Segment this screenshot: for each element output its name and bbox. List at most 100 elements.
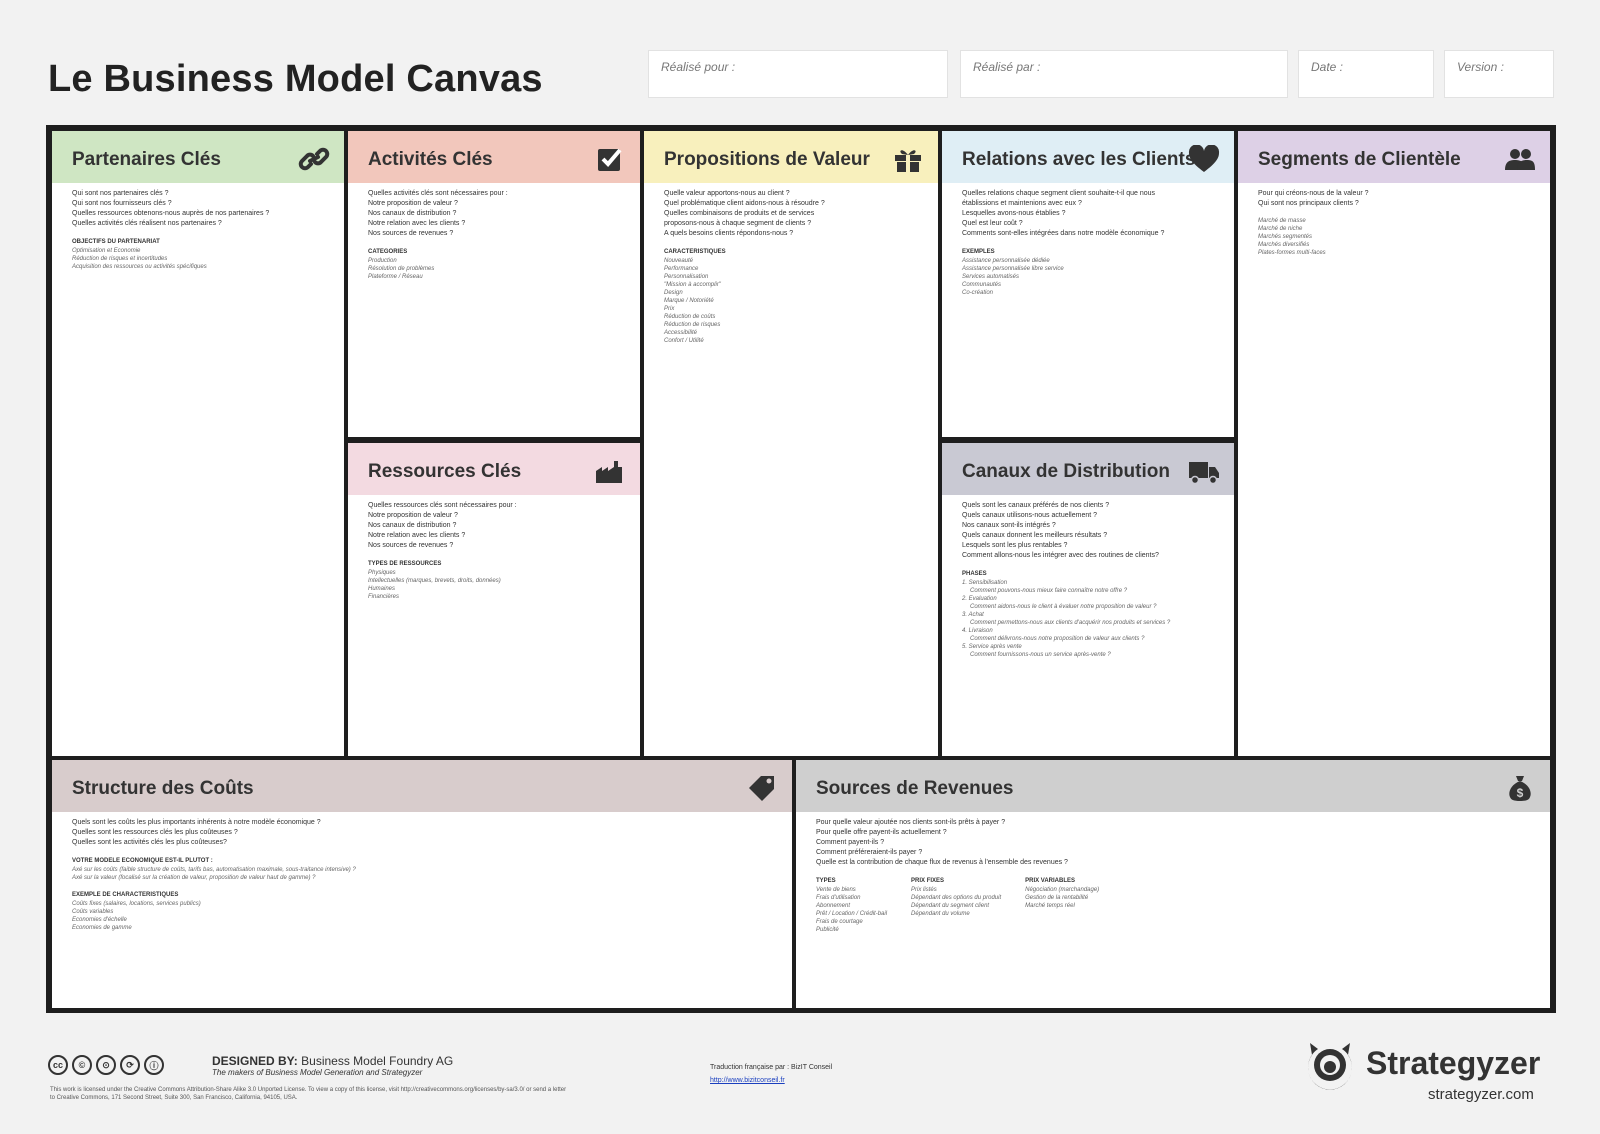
question: Quel problématique client aidons-nous à … xyxy=(664,200,825,207)
creative-commons-icons: cc © ⊙ ⟳ ⓘ xyxy=(48,1055,164,1075)
people-icon xyxy=(1505,149,1535,170)
list-item: Marchés diversifiés xyxy=(1258,242,1310,248)
page-title: Le Business Model Canvas xyxy=(48,58,543,100)
brand-url[interactable]: strategyzer.com xyxy=(1428,1086,1534,1103)
list-item: Résolution de problèmes xyxy=(368,266,435,272)
gift-icon xyxy=(895,150,921,172)
list-item: Frais d'utilisation xyxy=(816,895,861,901)
block-body: Qui sont nos partenaires clés ? Qui sont… xyxy=(52,183,344,271)
revenue-column-prix-variables: PRIX VARIABLES Négociation (marchandage)… xyxy=(1025,868,1099,934)
field-version[interactable]: Version : xyxy=(1444,50,1554,98)
block-body: Quelle valeur apportons-nous au client ?… xyxy=(644,183,938,345)
phase-name: 3. Achat xyxy=(962,612,984,618)
list-item: Réduction de risques xyxy=(664,322,721,328)
translation-link[interactable]: http://www.bizitconseil.fr xyxy=(710,1077,785,1084)
phase-description: Comment délivrons-nous notre proposition… xyxy=(970,636,1145,642)
list-item: Coûts variables xyxy=(72,909,114,915)
list-item: Publicité xyxy=(816,927,839,933)
question: A quels besoins clients répondons-nous ? xyxy=(664,230,794,237)
list-item: Réduction de risques et incertitudes xyxy=(72,256,168,262)
block-segments-clientele[interactable]: Segments de Clientèle Pour qui créons-no… xyxy=(1238,131,1550,756)
block-sources-revenues[interactable]: Sources de Revenues $ Pour quelle valeur… xyxy=(796,760,1550,1008)
block-ressources-cles[interactable]: Ressources Clés Quelles ressources clés … xyxy=(348,443,640,756)
copy-icon: © xyxy=(72,1055,92,1075)
question: Qui sont nos partenaires clés ? xyxy=(72,190,169,197)
question: Notre relation avec les clients ? xyxy=(368,532,466,539)
strategyzer-logo[interactable]: Strategyzer xyxy=(1300,1035,1540,1091)
question: Pour qui créons-nous de la valeur ? xyxy=(1258,190,1369,197)
question: Quelles ressources obtenons-nous auprès … xyxy=(72,210,270,217)
block-body: Pour qui créons-nous de la valeur ? Qui … xyxy=(1238,183,1550,257)
block-partenaires-cles[interactable]: Partenaires Clés Qui sont nos partenaire… xyxy=(52,131,344,756)
revenue-columns: TYPES Vente de biens Frais d'utilisation… xyxy=(816,868,1530,934)
list-item: Axé sur la valeur (focalisé sur la créat… xyxy=(72,875,316,881)
question: Quelles combinaisons de produits et de s… xyxy=(664,210,815,217)
question: Nos canaux de distribution ? xyxy=(368,522,457,529)
field-realise-par[interactable]: Réalisé par : xyxy=(960,50,1288,98)
field-realise-pour[interactable]: Réalisé pour : xyxy=(648,50,948,98)
section-heading: PHASES xyxy=(962,571,987,577)
phase-name: 1. Sensibilisation xyxy=(962,580,1008,586)
question: Quelles ressources clés sont nécessaires… xyxy=(368,502,517,509)
question: Quelles sont les ressources clés les plu… xyxy=(72,829,238,836)
block-header: Partenaires Clés xyxy=(52,131,344,183)
block-relations-clients[interactable]: Relations avec les Clients Quelles relat… xyxy=(942,131,1234,437)
list-item: Frais de courtage xyxy=(816,919,863,925)
question: Quels canaux donnent les meilleurs résul… xyxy=(962,532,1108,539)
question: proposons-nous à chaque segment de clien… xyxy=(664,220,812,227)
question: établissions et maintenions avec eux ? xyxy=(962,200,1082,207)
section-heading: CARACTERISTIQUES xyxy=(664,249,726,255)
field-date[interactable]: Date : xyxy=(1298,50,1434,98)
question: Quelles relations chaque segment client … xyxy=(962,190,1156,197)
question: Notre relation avec les clients ? xyxy=(368,220,466,227)
question: Quelles activités clés réalisent nos par… xyxy=(72,220,222,227)
phase-name: 5. Service après vente xyxy=(962,644,1022,650)
list-item: Prêt / Location / Crédit-bail xyxy=(816,911,888,917)
list-item: Assistance personnalisée dédiée xyxy=(962,258,1050,264)
section-heading: VOTRE MODELE ECONOMIQUE EST-IL PLUTOT : xyxy=(72,858,213,864)
block-header: Ressources Clés xyxy=(348,443,640,495)
cc-icon: cc xyxy=(48,1055,68,1075)
question: Lesquelles avons-nous établies ? xyxy=(962,210,1066,217)
question: Quelle est la contribution de chaque flu… xyxy=(816,859,1068,866)
block-structure-couts[interactable]: Structure des Coûts Quels sont les coûts… xyxy=(52,760,792,1008)
block-header: Canaux de Distribution xyxy=(942,443,1234,495)
question: Quelles activités clés sont nécessaires … xyxy=(368,190,508,197)
block-header: Sources de Revenues $ xyxy=(796,760,1550,812)
question: Nos canaux sont-ils intégrés ? xyxy=(962,522,1056,529)
list-item: Abonnement xyxy=(816,903,851,909)
block-header: Propositions de Valeur xyxy=(644,131,938,183)
list-item: Dépendant des options du produit xyxy=(911,895,1002,901)
block-header: Relations avec les Clients xyxy=(942,131,1234,183)
strategyzer-logo-icon xyxy=(1308,1043,1352,1090)
block-canaux-distribution[interactable]: Canaux de Distribution Quels sont les ca… xyxy=(942,443,1234,756)
list-item: Assistance personnalisée libre service xyxy=(962,266,1064,272)
question: Notre proposition de valeur ? xyxy=(368,512,458,519)
circle-icon: ⊙ xyxy=(96,1055,116,1075)
share-alike-icon: ⟳ xyxy=(120,1055,140,1075)
list-item: Nouveauté xyxy=(664,258,694,264)
section-heading: PRIX VARIABLES xyxy=(1025,878,1076,884)
section-heading: PRIX FIXES xyxy=(911,878,945,884)
question: Qui sont nos fournisseurs clés ? xyxy=(72,200,172,207)
revenue-column-prix-fixes: PRIX FIXES Prix listés Dépendant des opt… xyxy=(911,868,1001,934)
list-item: Plates-formes multi-faces xyxy=(1258,250,1326,256)
list-item: Economies de gamme xyxy=(72,925,132,931)
block-propositions-de-valeur[interactable]: Propositions de Valeur Quelle valeur app… xyxy=(644,131,938,756)
block-body: Quels sont les coûts les plus importants… xyxy=(52,812,792,932)
block-body: Pour quelle valeur ajoutée nos clients s… xyxy=(796,812,1550,934)
money-bag-icon: $ xyxy=(1509,776,1531,801)
list-item: Dépendant du volume xyxy=(911,911,970,917)
list-item: Intellectuelles (marques, brevets, droit… xyxy=(368,578,501,584)
designed-by: DESIGNED BY: Business Model Foundry AG xyxy=(212,1054,454,1068)
phase-description: Comment pouvons-nous mieux faire connaît… xyxy=(970,588,1128,594)
list-item: Prix listés xyxy=(911,887,937,893)
translation-credit: Traduction française par : BizIT Conseil xyxy=(710,1064,833,1071)
list-item: Personnalisation xyxy=(664,274,709,280)
block-activites-cles[interactable]: Activités Clés Quelles activités clés so… xyxy=(348,131,640,437)
question: Comment préféreraient-ils payer ? xyxy=(816,849,923,856)
list-item: Performance xyxy=(664,266,699,272)
question: Qui sont nos principaux clients ? xyxy=(1258,200,1359,207)
question: Nos sources de revenues ? xyxy=(368,542,454,549)
truck-icon xyxy=(1189,462,1219,485)
